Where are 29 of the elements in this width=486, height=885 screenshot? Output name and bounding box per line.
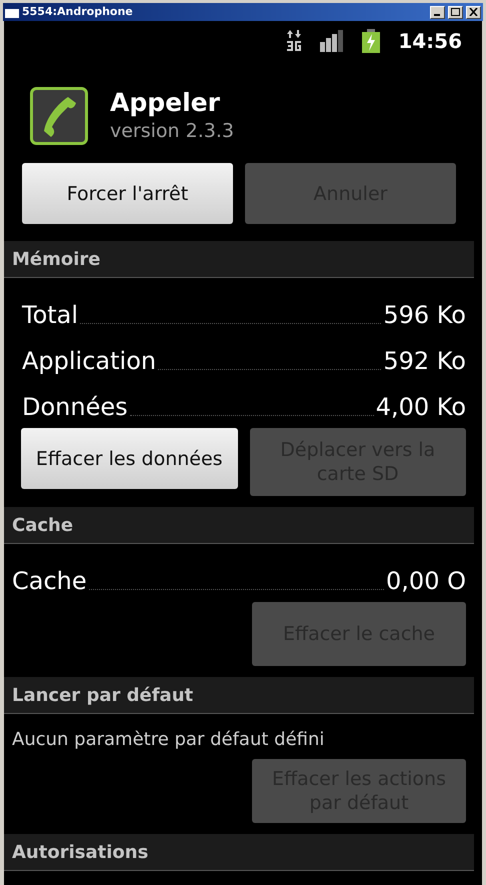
window-title: 5554:Androphone	[22, 4, 134, 20]
section-title: Lancer par défaut	[12, 684, 194, 708]
data-3g-icon	[286, 30, 302, 52]
app-name: Appeler	[110, 88, 221, 118]
phone-app-icon	[30, 87, 88, 145]
app-version: version 2.3.3	[110, 119, 234, 144]
row-value: 596 Ko	[383, 300, 466, 331]
action-button[interactable]: Forcer l'arrêt	[22, 163, 233, 224]
maximize-button[interactable]	[448, 6, 463, 18]
signal-icon	[320, 30, 344, 52]
action-button[interactable]: Effacer les données	[21, 428, 238, 489]
section-title: Cache	[12, 514, 74, 538]
minimize-button[interactable]	[430, 6, 445, 18]
window-icon	[5, 6, 19, 18]
close-button[interactable]	[466, 6, 481, 18]
row-value: 0,00 O	[386, 566, 466, 597]
row-value: 592 Ko	[383, 346, 466, 377]
section-title: Mémoire	[12, 248, 100, 272]
row-value: 4,00 Ko	[376, 392, 466, 423]
row-label: Cache	[12, 566, 87, 597]
row-label: Total	[22, 300, 78, 331]
status-time: 14:56	[398, 28, 462, 55]
maximize-icon	[451, 8, 460, 16]
close-icon	[469, 8, 478, 16]
section-title: Autorisations	[12, 840, 148, 864]
row-label: Données	[22, 392, 128, 423]
default-info-text: Aucun paramètre par défaut défini	[11, 728, 326, 752]
row-label: Application	[22, 346, 156, 377]
battery-charging-icon	[362, 29, 380, 53]
